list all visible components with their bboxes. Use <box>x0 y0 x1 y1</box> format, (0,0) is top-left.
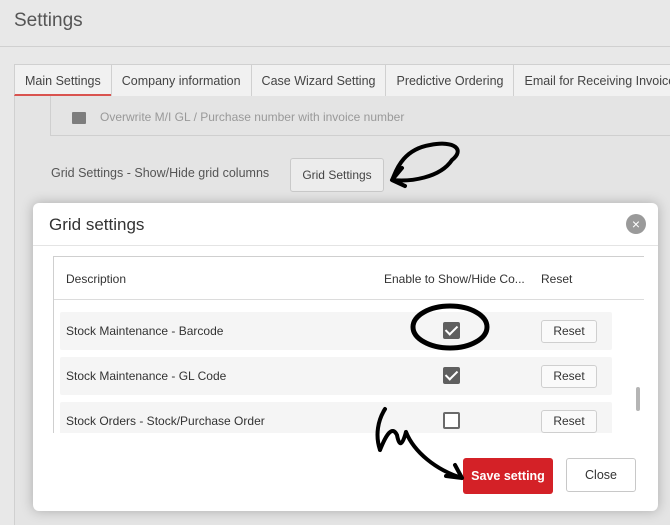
grid-settings-modal: Grid settings × Description Enable to Sh… <box>33 203 658 511</box>
row-description: Stock Orders - Stock/Purchase Order <box>66 414 265 428</box>
grid-header: Description Enable to Show/Hide Co... Re… <box>54 257 644 300</box>
reset-button[interactable]: Reset <box>541 365 597 388</box>
tab-case-wizard-setting[interactable]: Case Wizard Setting <box>250 64 387 96</box>
column-header-enable: Enable to Show/Hide Co... <box>384 272 525 286</box>
show-hide-checkbox[interactable] <box>443 367 460 384</box>
save-setting-button[interactable]: Save setting <box>463 458 553 494</box>
tab-main-settings[interactable]: Main Settings <box>14 64 112 96</box>
show-hide-checkbox[interactable] <box>443 412 460 429</box>
settings-tabs: Main Settings Company information Case W… <box>14 64 670 96</box>
close-button[interactable]: Close <box>566 458 636 492</box>
title-divider <box>0 46 670 47</box>
table-row: Stock Maintenance - GL Code Reset <box>60 357 612 395</box>
scrollbar-thumb[interactable] <box>636 387 640 411</box>
grid-settings-label: Grid Settings - Show/Hide grid columns <box>51 166 270 180</box>
grid-scrollbar[interactable] <box>636 259 641 429</box>
page-title: Settings <box>14 10 83 31</box>
reset-button[interactable]: Reset <box>541 410 597 433</box>
show-hide-checkbox[interactable] <box>443 322 460 339</box>
tab-predictive-ordering[interactable]: Predictive Ordering <box>385 64 515 96</box>
tab-company-information[interactable]: Company information <box>110 64 252 96</box>
grid-table: Description Enable to Show/Hide Co... Re… <box>53 256 644 433</box>
partial-setting-checkbox[interactable] <box>72 112 86 124</box>
tab-email-receiving-invoice[interactable]: Email for Receiving Invoice <box>513 64 670 96</box>
close-icon[interactable]: × <box>626 214 646 234</box>
modal-title: Grid settings <box>49 215 145 234</box>
grid-settings-button[interactable]: Grid Settings <box>290 158 384 192</box>
table-row: Stock Orders - Stock/Purchase Order Rese… <box>60 402 612 433</box>
row-description: Stock Maintenance - Barcode <box>66 324 224 338</box>
column-header-description: Description <box>66 272 127 286</box>
column-header-reset: Reset <box>541 272 573 286</box>
partial-setting-text: Overwrite M/I GL / Purchase number with … <box>100 110 405 124</box>
modal-header-divider <box>33 245 658 246</box>
row-description: Stock Maintenance - GL Code <box>66 369 227 383</box>
table-row: Stock Maintenance - Barcode Reset <box>60 312 612 350</box>
reset-button[interactable]: Reset <box>541 320 597 343</box>
